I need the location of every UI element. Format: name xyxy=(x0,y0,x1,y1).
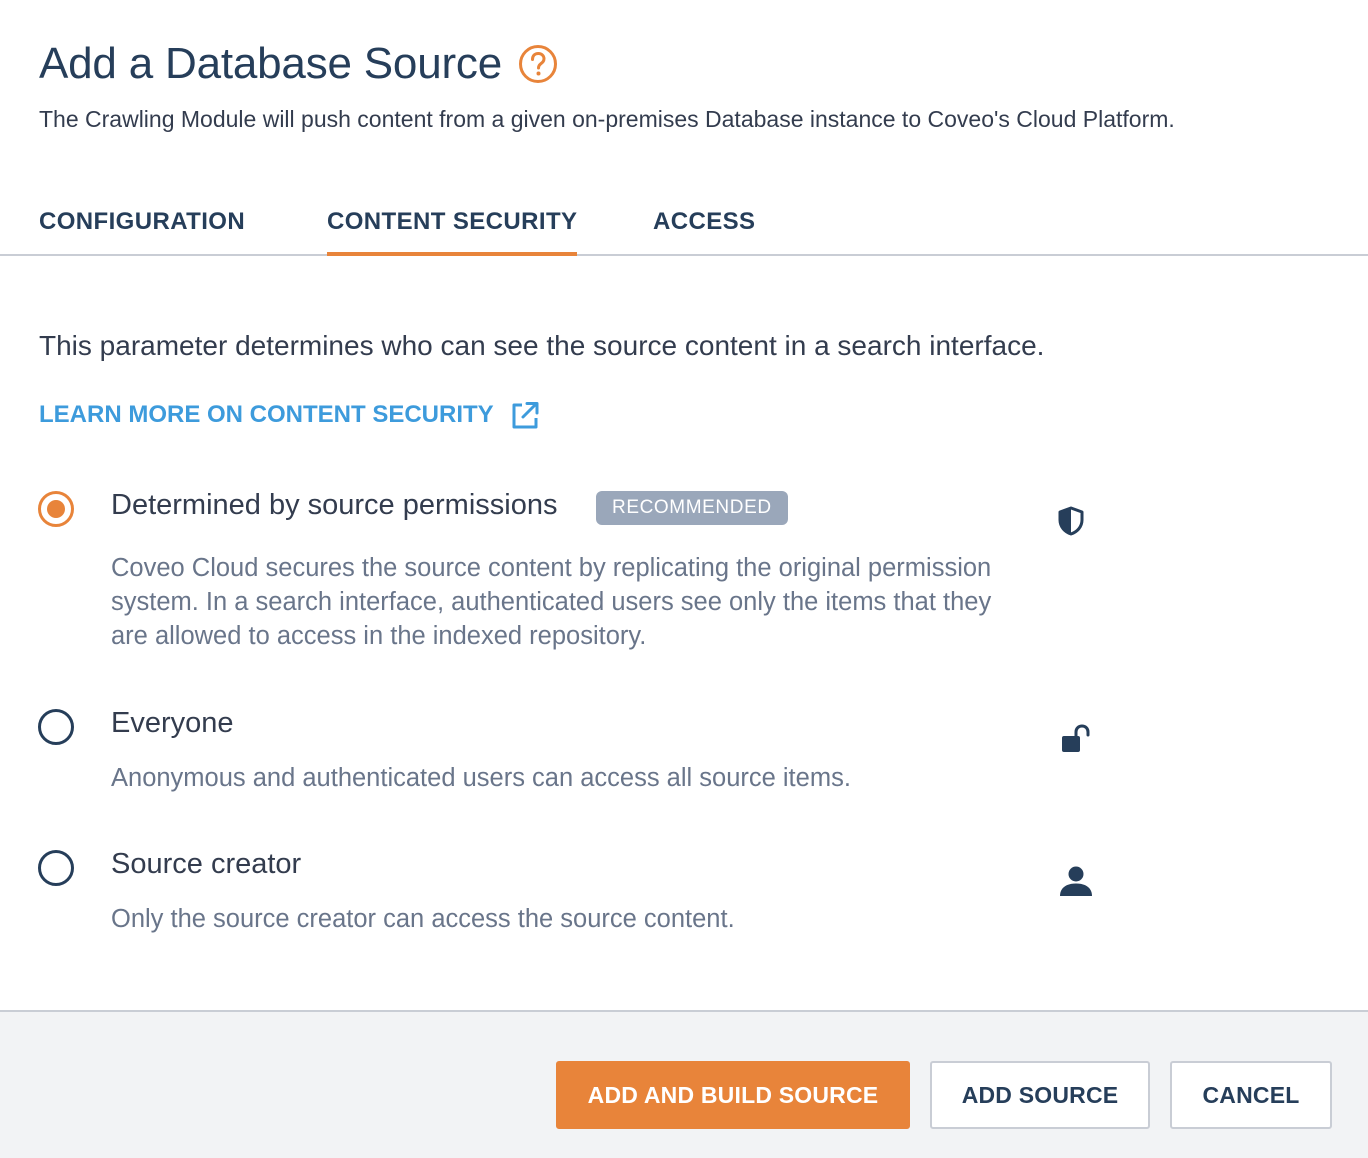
option-label: Determined by source permissions xyxy=(111,489,558,521)
page-title: Add a Database Source xyxy=(39,39,502,88)
learn-more-label: LEARN MORE ON CONTENT SECURITY xyxy=(39,401,494,428)
option-label: Everyone xyxy=(111,707,234,739)
title-row: Add a Database Source xyxy=(39,34,1328,94)
radio-source-permissions[interactable] xyxy=(38,491,74,527)
security-option-everyone: Everyone Anonymous and authenticated use… xyxy=(38,707,1138,799)
dialog-header: Add a Database Source The Crawling Modul… xyxy=(39,34,1328,134)
tab-content-security[interactable]: CONTENT SECURITY xyxy=(327,200,578,256)
security-option-source-permissions: Determined by source permissions RECOMME… xyxy=(38,489,1138,661)
tab-configuration[interactable]: CONFIGURATION xyxy=(39,200,245,256)
dialog-footer: ADD AND BUILD SOURCE ADD SOURCE CANCEL xyxy=(0,1010,1368,1158)
learn-more-link[interactable]: LEARN MORE ON CONTENT SECURITY xyxy=(39,400,540,430)
tab-access[interactable]: ACCESS xyxy=(653,200,755,256)
radio-source-creator[interactable] xyxy=(38,850,74,886)
option-description: Only the source creator can access the s… xyxy=(111,905,735,933)
external-link-icon xyxy=(512,402,539,429)
content-security-intro: This parameter determines who can see th… xyxy=(39,330,1045,361)
option-description: Coveo Cloud secures the source content b… xyxy=(111,554,992,650)
unlock-icon xyxy=(1058,723,1094,760)
tab-bar: CONFIGURATION CONTENT SECURITY ACCESS xyxy=(0,200,1368,256)
option-description: Anonymous and authenticated users can ac… xyxy=(111,764,851,792)
question-circle-icon[interactable] xyxy=(518,44,558,84)
add-and-build-source-button[interactable]: ADD AND BUILD SOURCE xyxy=(556,1061,910,1129)
cancel-button[interactable]: CANCEL xyxy=(1170,1061,1332,1129)
radio-everyone[interactable] xyxy=(38,709,74,745)
shield-icon xyxy=(1058,506,1084,541)
page-subtitle: The Crawling Module will push content fr… xyxy=(39,106,1175,132)
recommended-badge: RECOMMENDED xyxy=(596,491,788,525)
security-option-source-creator: Source creator Only the source creator c… xyxy=(38,848,1138,940)
add-source-button[interactable]: ADD SOURCE xyxy=(930,1061,1150,1129)
option-label: Source creator xyxy=(111,848,302,880)
user-icon xyxy=(1058,864,1094,903)
